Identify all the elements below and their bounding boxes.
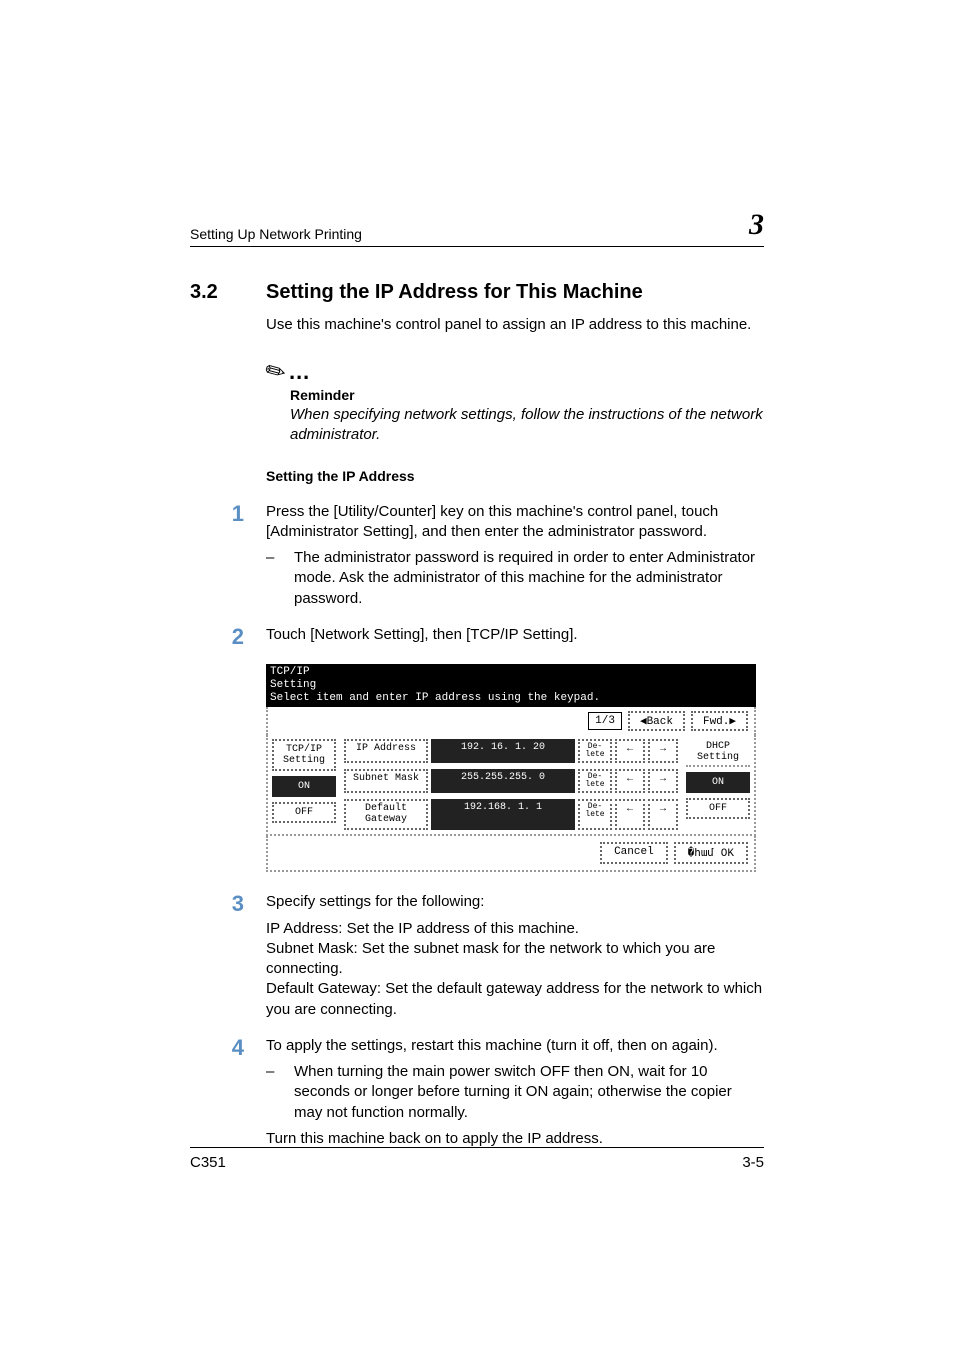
- dhcp-setting-label: DHCP Setting: [686, 739, 750, 767]
- delete-button[interactable]: De- lete: [578, 799, 612, 830]
- running-title: Setting Up Network Printing: [190, 226, 362, 242]
- note-icon: ✎…: [266, 359, 764, 385]
- subheading: Setting the IP Address: [266, 468, 764, 484]
- step-number: 2: [190, 625, 244, 648]
- dhcp-off-button[interactable]: OFF: [686, 798, 750, 819]
- step-detail: Subnet Mask: Set the subnet mask for the…: [266, 939, 764, 980]
- left-arrow-button[interactable]: ←: [615, 739, 645, 763]
- note-title: Reminder: [290, 387, 764, 403]
- step-text: To apply the settings, restart this mach…: [266, 1036, 764, 1056]
- dhcp-on-button[interactable]: ON: [686, 772, 750, 793]
- footer-model: C351: [190, 1154, 226, 1171]
- step: 2 Touch [Network Setting], then [TCP/IP …: [190, 625, 764, 648]
- tcpip-on-button[interactable]: ON: [272, 776, 336, 797]
- step: 3 Specify settings for the following: IP…: [190, 892, 764, 1020]
- tcpip-setting-tab[interactable]: TCP/IP Setting: [272, 739, 336, 771]
- step-number: 4: [190, 1036, 244, 1149]
- delete-button[interactable]: De- lete: [578, 769, 612, 793]
- chapter-number: 3: [749, 210, 764, 242]
- subnet-mask-label[interactable]: Subnet Mask: [344, 769, 428, 793]
- tcpip-off-button[interactable]: OFF: [272, 802, 336, 823]
- section-heading: 3.2 Setting the IP Address for This Mach…: [190, 281, 764, 304]
- left-arrow-button[interactable]: ←: [615, 799, 645, 830]
- back-button[interactable]: ◀Back: [628, 711, 685, 731]
- step-text: Touch [Network Setting], then [TCP/IP Se…: [266, 625, 764, 648]
- right-arrow-button[interactable]: →: [648, 769, 678, 793]
- step-text: Specify settings for the following:: [266, 892, 764, 912]
- figure-title-1: TCP/IP: [270, 666, 752, 679]
- page-footer: C351 3-5: [190, 1147, 764, 1171]
- section-intro: Use this machine's control panel to assi…: [266, 316, 764, 333]
- cancel-button[interactable]: Cancel: [600, 842, 668, 864]
- step-detail: IP Address: Set the IP address of this m…: [266, 919, 764, 939]
- screen-figure: TCP/IP Setting Select item and enter IP …: [266, 664, 756, 873]
- ip-address-label[interactable]: IP Address: [344, 739, 428, 763]
- step-subtext: The administrator password is required i…: [294, 548, 764, 609]
- delete-button[interactable]: De- lete: [578, 739, 612, 763]
- bullet-dash: –: [266, 548, 282, 609]
- note-body: When specifying network settings, follow…: [290, 405, 764, 446]
- footer-page: 3-5: [742, 1154, 764, 1171]
- right-arrow-button[interactable]: →: [648, 739, 678, 763]
- ok-button[interactable]: �համ OK: [674, 842, 748, 864]
- figure-instruction: Select item and enter IP address using t…: [270, 692, 752, 705]
- step-subtext: When turning the main power switch OFF t…: [294, 1062, 764, 1123]
- default-gateway-label[interactable]: Default Gateway: [344, 799, 428, 830]
- left-arrow-button[interactable]: ←: [615, 769, 645, 793]
- bullet-dash: –: [266, 1062, 282, 1123]
- figure-page-indicator: 1/3: [588, 712, 622, 730]
- forward-button[interactable]: Fwd.▶: [691, 711, 748, 731]
- default-gateway-value[interactable]: 192.168. 1. 1: [431, 799, 575, 830]
- right-arrow-button[interactable]: →: [648, 799, 678, 830]
- section-number: 3.2: [190, 281, 238, 304]
- subnet-mask-value[interactable]: 255.255.255. 0: [431, 769, 575, 793]
- step-number: 1: [190, 502, 244, 609]
- step: 4 To apply the settings, restart this ma…: [190, 1036, 764, 1149]
- figure-title-2: Setting: [270, 679, 752, 692]
- section-title: Setting the IP Address for This Machine: [266, 281, 643, 304]
- step-number: 3: [190, 892, 244, 1020]
- running-header: Setting Up Network Printing 3: [190, 210, 764, 247]
- step-detail: Default Gateway: Set the default gateway…: [266, 979, 764, 1020]
- step-text: Press the [Utility/Counter] key on this …: [266, 502, 764, 543]
- ip-address-value[interactable]: 192. 16. 1. 20: [431, 739, 575, 763]
- step: 1 Press the [Utility/Counter] key on thi…: [190, 502, 764, 609]
